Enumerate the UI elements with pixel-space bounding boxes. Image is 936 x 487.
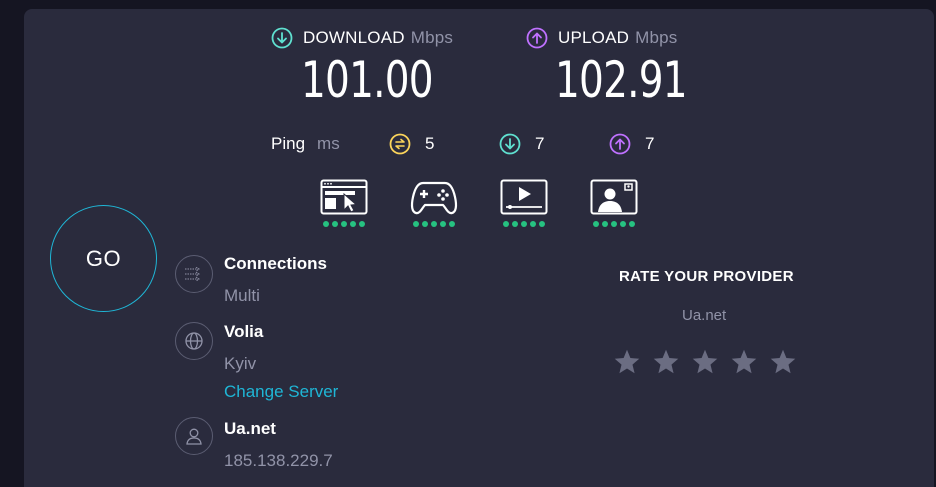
provider-ip: 185.138.229.7: [224, 451, 333, 470]
video-streaming-icon: [500, 179, 548, 215]
star-icon[interactable]: [691, 348, 719, 376]
provider-icon-badge: [175, 417, 213, 455]
usecase-gaming: [409, 179, 459, 229]
user-icon: [186, 428, 202, 445]
download-value: 101.00: [301, 51, 434, 109]
provider-name: Ua.net: [224, 419, 276, 438]
ping-idle-value: 5: [425, 134, 435, 153]
arrow-down-circle-icon: [271, 27, 293, 49]
star-icon[interactable]: [613, 348, 641, 376]
upload-header: UPLOAD Mbps: [526, 27, 677, 49]
download-header: DOWNLOAD Mbps: [271, 27, 453, 49]
ping-download: 7: [499, 133, 544, 155]
connections-title: Connections: [224, 254, 327, 273]
ping-label: Ping: [271, 134, 306, 153]
upload-label: UPLOAD: [558, 28, 630, 47]
video-call-icon: [590, 179, 638, 215]
web-browsing-icon: [320, 179, 368, 215]
ping-upload-value: 7: [645, 134, 655, 153]
ping-unit: ms: [317, 134, 340, 153]
connections-icon-badge: [175, 255, 213, 293]
star-rating[interactable]: [613, 348, 797, 376]
gamepad-icon: [410, 181, 458, 215]
star-icon[interactable]: [769, 348, 797, 376]
rating-dots: [503, 221, 545, 227]
usecase-video-call: [589, 179, 639, 229]
usecase-video-streaming: [499, 179, 549, 229]
globe-icon: [185, 332, 203, 350]
server-location: Kyiv: [224, 354, 257, 373]
arrow-up-circle-icon: [526, 27, 548, 49]
connections-icon: [185, 267, 200, 281]
connections-value: Multi: [224, 286, 260, 305]
idle-latency-icon: [389, 133, 411, 155]
download-unit: Mbps: [410, 28, 454, 47]
rating-dots: [413, 221, 455, 227]
go-button[interactable]: GO: [50, 205, 157, 312]
download-label: DOWNLOAD: [303, 28, 405, 47]
server-icon-badge: [175, 322, 213, 360]
ping-download-value: 7: [535, 134, 545, 153]
arrow-up-circle-icon: [609, 133, 631, 155]
server-name: Volia: [224, 322, 264, 341]
change-server-link[interactable]: Change Server: [224, 382, 338, 402]
upload-unit: Mbps: [635, 28, 678, 47]
ping-idle: 5: [389, 133, 434, 155]
upload-value: 102.91: [555, 51, 688, 109]
star-icon[interactable]: [652, 348, 680, 376]
rate-provider-isp: Ua.net: [682, 307, 727, 324]
rate-provider-title: RATE YOUR PROVIDER: [619, 268, 794, 285]
arrow-down-circle-icon: [499, 133, 521, 155]
ping-label-group: Ping ms: [271, 134, 340, 154]
speedtest-panel: DOWNLOAD Mbps 101.00 UPLOAD Mbps 102.91 …: [24, 9, 934, 487]
usecase-web-browsing: [319, 179, 369, 229]
rating-dots: [323, 221, 365, 227]
star-icon[interactable]: [730, 348, 758, 376]
rating-dots: [593, 221, 635, 227]
ping-upload: 7: [609, 133, 654, 155]
